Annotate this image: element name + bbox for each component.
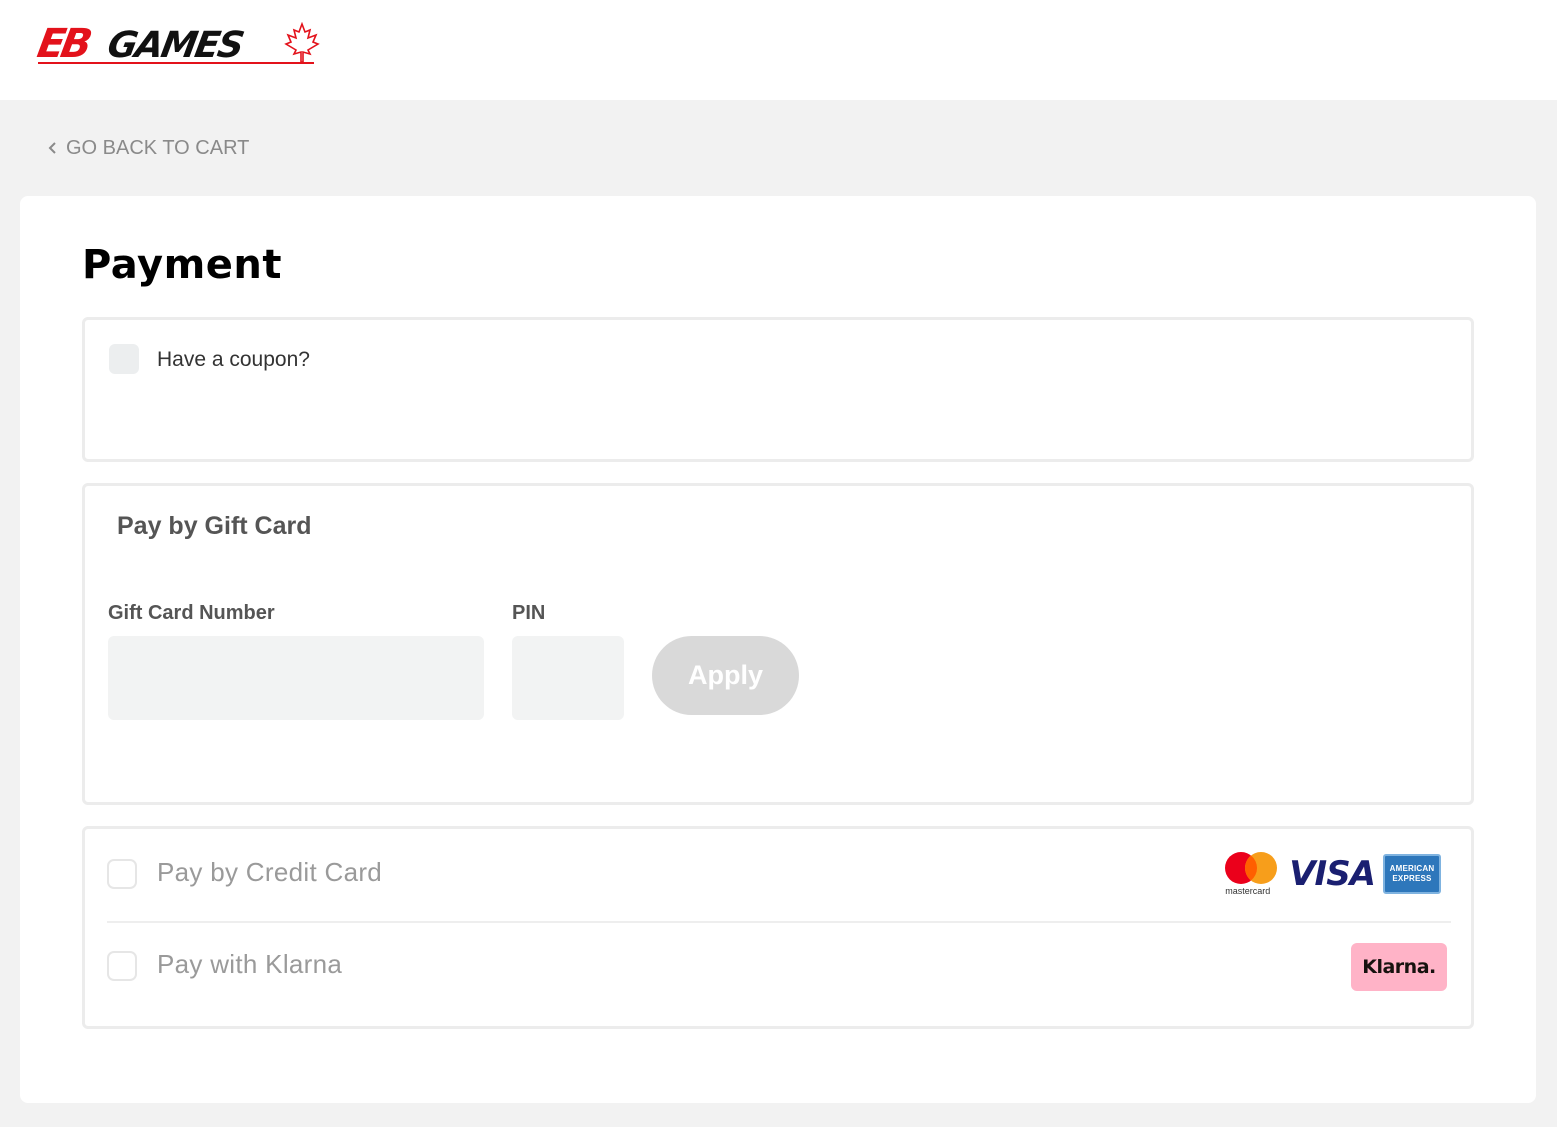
klarna-option[interactable]: Pay with Klarna Klarna. [85, 921, 1471, 1013]
coupon-panel: Have a coupon? [82, 317, 1474, 462]
apply-button[interactable]: Apply [652, 636, 799, 715]
klarna-radio[interactable] [107, 951, 137, 981]
gift-card-number-label: Gift Card Number [108, 602, 275, 624]
coupon-checkbox[interactable] [109, 344, 139, 374]
pin-label: PIN [512, 602, 546, 624]
coupon-label[interactable]: Have a coupon? [157, 348, 310, 372]
eb-games-logo[interactable]: EB GAMES [34, 21, 320, 68]
logo-eb-text: EB [33, 21, 92, 67]
gift-card-number-input[interactable] [108, 636, 484, 720]
pin-input[interactable] [512, 636, 624, 720]
card-brands: mastercard VISA AMERICAN EXPRESS [1223, 849, 1441, 899]
credit-card-label[interactable]: Pay by Credit Card [157, 857, 382, 888]
site-header: EB GAMES [0, 0, 1557, 100]
page-title: Payment [82, 242, 282, 288]
gift-card-panel: Pay by Gift Card Gift Card Number PIN Ap… [82, 483, 1474, 805]
amex-line1: AMERICAN [1389, 864, 1435, 873]
visa-text: VISA [1289, 854, 1376, 894]
chevron-left-icon [48, 142, 56, 154]
amex-line2: EXPRESS [1392, 874, 1432, 883]
amex-logo: AMERICAN EXPRESS [1383, 854, 1441, 894]
credit-card-radio[interactable] [107, 859, 137, 889]
visa-logo: VISA [1289, 854, 1376, 894]
payment-card: Payment Have a coupon? Pay by Gift Card … [20, 196, 1536, 1103]
logo-games-text: GAMES [104, 25, 246, 66]
mastercard-wordmark: mastercard [1225, 886, 1271, 896]
credit-card-option[interactable]: Pay by Credit Card mastercard VISA AMERI… [85, 829, 1471, 921]
maple-leaf-icon [284, 22, 320, 63]
klarna-label[interactable]: Pay with Klarna [157, 949, 342, 980]
go-back-label: GO BACK TO CART [66, 136, 250, 159]
go-back-to-cart-link[interactable]: GO BACK TO CART [46, 134, 249, 162]
payment-methods-panel: Pay by Credit Card mastercard VISA AMERI… [82, 826, 1474, 1029]
klarna-badge: Klarna. [1351, 943, 1447, 991]
gift-card-title: Pay by Gift Card [117, 512, 312, 540]
mastercard-icon: mastercard [1223, 850, 1281, 898]
logo-underline [38, 62, 314, 64]
